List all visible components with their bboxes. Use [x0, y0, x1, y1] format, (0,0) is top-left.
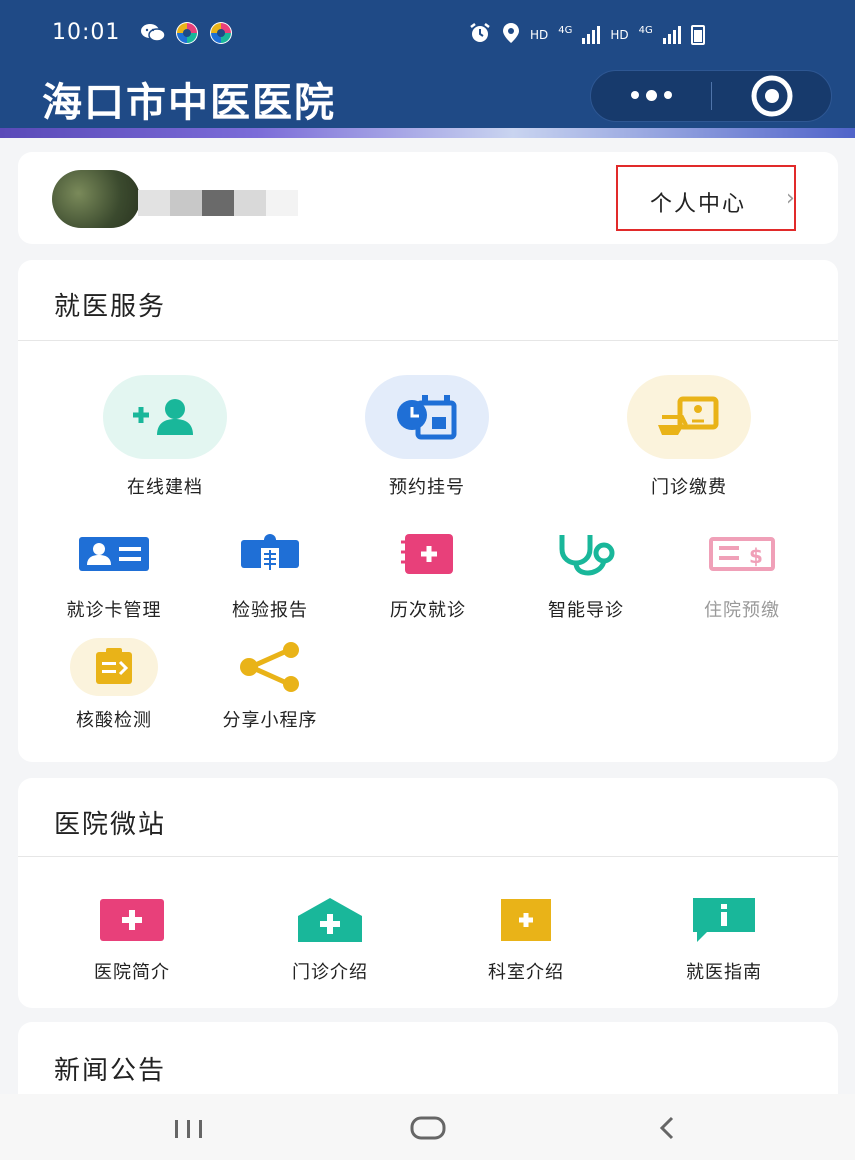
- clipboard-test-icon: [70, 638, 158, 696]
- miniprogram-capsule: [590, 70, 832, 122]
- user-name-blurred: [138, 190, 298, 216]
- recent-apps-button[interactable]: [172, 1118, 206, 1144]
- system-nav-bar: [0, 1094, 855, 1160]
- app-header: 10:01 HD 4G HD 4G 海口市中医医院: [0, 0, 855, 136]
- network-type: 4G: [638, 25, 653, 36]
- app-title: 海口市中医医院: [42, 80, 336, 126]
- more-menu-button[interactable]: [591, 90, 711, 101]
- service-share-miniprogram[interactable]: 分享小程序: [198, 638, 342, 732]
- payment-card-icon: [627, 375, 751, 459]
- profile-card[interactable]: 个人中心 ›: [18, 152, 838, 244]
- id-card-icon: [42, 530, 186, 578]
- system-icons: HD 4G HD 4G: [468, 22, 705, 47]
- share-icon: [198, 638, 342, 696]
- app-notification-icon: [174, 20, 200, 46]
- personal-center-link[interactable]: 个人中心: [650, 186, 746, 218]
- status-bar: 10:01 HD 4G HD 4G: [0, 0, 855, 64]
- app-notification-icon: [208, 20, 234, 46]
- service-online-filing[interactable]: 在线建档: [88, 375, 242, 499]
- service-inpatient-prepay[interactable]: $ 住院预缴: [670, 530, 814, 622]
- home-icon: [410, 1116, 446, 1140]
- section-title: 医院微站: [54, 810, 167, 840]
- status-time: 10:01: [52, 20, 121, 45]
- notification-icons: [140, 20, 234, 46]
- section-title: 就医服务: [54, 292, 167, 322]
- medical-record-icon: [356, 530, 500, 578]
- xray-report-icon: [198, 530, 342, 578]
- service-label: 预约挂号: [389, 477, 465, 498]
- service-card-management[interactable]: 就诊卡管理: [42, 530, 186, 622]
- service-label: 就诊卡管理: [66, 600, 162, 621]
- calendar-clock-icon: [365, 375, 489, 459]
- alarm-icon: [468, 22, 492, 47]
- section-title: 新闻公告: [54, 1056, 167, 1086]
- close-miniprogram-button[interactable]: [712, 74, 831, 118]
- service-label: 门诊缴费: [651, 477, 727, 498]
- prepay-voucher-icon: $: [670, 530, 814, 578]
- target-icon: [751, 75, 792, 117]
- divider: [18, 340, 838, 341]
- site-hospital-intro[interactable]: 医院简介: [60, 898, 204, 984]
- back-icon: [659, 1116, 674, 1140]
- site-label: 科室介绍: [488, 962, 564, 983]
- site-outpatient-intro[interactable]: 门诊介绍: [258, 898, 402, 984]
- site-label: 就医指南: [686, 962, 762, 983]
- site-department-intro[interactable]: 科室介绍: [454, 898, 598, 984]
- banner-edge: [0, 128, 855, 138]
- hospital-microsite-card: 医院微站 医院简介 门诊介绍 科室介绍 就医指南: [18, 778, 838, 1008]
- service-label: 住院预缴: [704, 600, 780, 621]
- service-lab-report[interactable]: 检验报告: [198, 530, 342, 622]
- signal-icon: [582, 25, 601, 44]
- department-plus-icon: [454, 898, 598, 942]
- avatar[interactable]: [52, 170, 140, 228]
- chevron-right-icon[interactable]: ›: [786, 186, 795, 211]
- location-icon: [502, 22, 520, 47]
- service-label: 分享小程序: [222, 710, 318, 731]
- recent-apps-icon: [175, 1120, 202, 1138]
- signal-icon: [662, 25, 681, 44]
- service-label: 历次就诊: [390, 600, 466, 621]
- service-smart-triage[interactable]: 智能导诊: [514, 530, 658, 622]
- service-visit-history[interactable]: 历次就诊: [356, 530, 500, 622]
- network-type: 4G: [558, 25, 573, 36]
- hd-badge: HD: [530, 27, 549, 42]
- clinic-house-icon: [258, 898, 402, 942]
- guide-info-icon: [652, 898, 796, 942]
- wechat-icon: [140, 20, 166, 46]
- stethoscope-icon: [514, 530, 658, 578]
- medical-services-card: 就医服务 在线建档 预约挂号 门诊缴费 就诊卡管理 检验报告 历次就诊 智能导诊…: [18, 260, 838, 762]
- site-medical-guide[interactable]: 就医指南: [652, 898, 796, 984]
- site-label: 医院简介: [94, 962, 170, 983]
- back-button[interactable]: [656, 1114, 678, 1146]
- service-label: 在线建档: [127, 477, 203, 498]
- svg-text:$: $: [749, 544, 763, 568]
- service-nucleic-test[interactable]: 核酸检测: [42, 638, 186, 732]
- hd-badge: HD: [610, 27, 629, 42]
- hospital-plus-icon: [60, 898, 204, 942]
- site-label: 门诊介绍: [292, 962, 368, 983]
- service-label: 核酸检测: [76, 710, 152, 731]
- service-label: 检验报告: [232, 600, 308, 621]
- battery-icon: [690, 24, 705, 45]
- service-appointment[interactable]: 预约挂号: [350, 375, 504, 499]
- service-label: 智能导诊: [548, 600, 624, 621]
- service-outpatient-payment[interactable]: 门诊缴费: [612, 375, 766, 499]
- home-button[interactable]: [410, 1116, 446, 1144]
- divider: [18, 856, 838, 857]
- add-user-icon: [103, 375, 227, 459]
